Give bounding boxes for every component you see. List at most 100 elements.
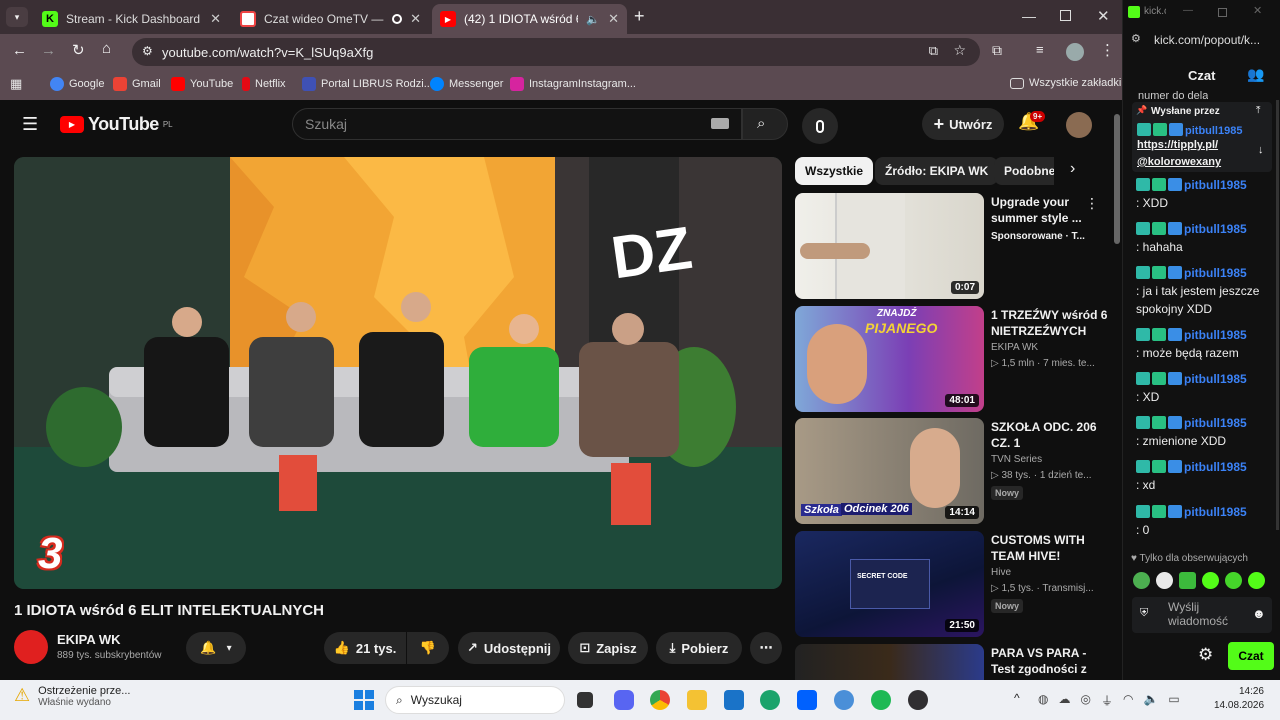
- chevron-right-icon[interactable]: ›: [1070, 160, 1075, 178]
- dropbox-icon[interactable]: [797, 690, 817, 710]
- bookmark-messenger[interactable]: Messenger: [430, 77, 503, 91]
- search-input[interactable]: Szukaj: [292, 108, 742, 140]
- recommendation-card[interactable]: ZNAJDŹ PIJANEGO 48:01 1 TRZEŹWY wśród 6 …: [795, 306, 1113, 412]
- subscription-bell-button[interactable]: 🔔 ▾: [186, 632, 246, 664]
- back-icon[interactable]: ←: [12, 42, 27, 59]
- pinned-link-2[interactable]: @kolorowexany: [1137, 156, 1221, 168]
- voice-search-button[interactable]: [802, 108, 838, 144]
- share-button[interactable]: ↗ Udostępnij: [458, 632, 560, 664]
- pinned-username[interactable]: pitbull1985: [1185, 125, 1242, 137]
- file-explorer-icon[interactable]: [687, 690, 707, 710]
- discord-icon[interactable]: [614, 690, 634, 710]
- tab-kick-dashboard[interactable]: K Stream - Kick Dashboard ✕: [34, 4, 229, 34]
- more-actions-button[interactable]: ⋯: [750, 632, 782, 664]
- chat-username[interactable]: pitbull1985: [1184, 222, 1247, 236]
- weather-warning-widget[interactable]: ⚠ Ostrzeżenie prze... Właśnie wydano: [14, 685, 130, 708]
- chat-username[interactable]: pitbull1985: [1184, 372, 1247, 386]
- bookmark-gmail[interactable]: Gmail: [113, 77, 161, 91]
- tray-app-icon[interactable]: ◍: [1038, 692, 1048, 709]
- channel-avatar[interactable]: [14, 630, 48, 664]
- cast-icon[interactable]: ⧉: [929, 43, 938, 59]
- settings-gear-icon[interactable]: ⚙: [1198, 645, 1213, 665]
- extensions-icon[interactable]: ⧉: [992, 42, 1002, 59]
- forward-icon[interactable]: →: [41, 42, 56, 59]
- clock[interactable]: 14:26 14.08.2026: [1214, 686, 1264, 711]
- chat-input[interactable]: ⛨ Wyślij wiadomość ☻: [1132, 597, 1272, 633]
- close-icon[interactable]: ✕: [608, 11, 619, 27]
- taskbar-search[interactable]: ⌕ Wyszukaj: [385, 686, 565, 714]
- hamburger-menu-icon[interactable]: ☰: [22, 114, 38, 135]
- emote-icon[interactable]: [1133, 572, 1150, 589]
- task-view-icon[interactable]: [577, 692, 593, 708]
- emote-icon[interactable]: [1179, 572, 1196, 589]
- chat-username[interactable]: pitbull1985: [1184, 460, 1247, 474]
- tab-youtube[interactable]: ▶ (42) 1 IDIOTA wśród 6 ELIT I 🔈 ✕: [432, 4, 627, 34]
- bookmark-google[interactable]: Google: [50, 77, 104, 91]
- channel-name[interactable]: EKIPA WK: [57, 632, 121, 647]
- tab-search-button[interactable]: ▾: [6, 7, 28, 27]
- reload-icon[interactable]: ↻: [72, 41, 85, 59]
- unpin-icon[interactable]: ⤒: [1256, 105, 1260, 116]
- close-icon[interactable]: ✕: [410, 11, 421, 27]
- all-bookmarks[interactable]: Wszystkie zakładki: [1010, 77, 1121, 89]
- close-window-button[interactable]: ✕: [1097, 7, 1110, 25]
- kick-maximize-button[interactable]: [1218, 8, 1227, 17]
- media-control-icon[interactable]: ≡: [1036, 42, 1044, 57]
- minimize-button[interactable]: —: [1022, 8, 1036, 24]
- address-bar[interactable]: ⚙ youtube.com/watch?v=K_lSUq9aXfg ⧉ ☆: [132, 38, 980, 66]
- mail-icon[interactable]: [724, 690, 744, 710]
- wifi-icon[interactable]: ◠: [1123, 692, 1133, 709]
- chat-username[interactable]: pitbull1985: [1184, 266, 1247, 280]
- chip-all[interactable]: Wszystkie: [795, 157, 874, 185]
- save-button[interactable]: ⊡ Zapisz: [568, 632, 648, 664]
- microphone-icon[interactable]: ⏚: [1101, 692, 1113, 709]
- recommendation-card[interactable]: Szkoła Odcinek 206 14:14 SZKOŁA ODC. 206…: [795, 418, 1113, 524]
- pinned-link-1[interactable]: https://tipply.pl/: [1137, 139, 1218, 151]
- recommendation-card[interactable]: 0:07 Upgrade your summer style ... Spons…: [795, 193, 1113, 299]
- chat-username[interactable]: pitbull1985: [1184, 505, 1247, 519]
- edge-icon[interactable]: [760, 690, 780, 710]
- spotify-icon[interactable]: [871, 690, 891, 710]
- download-button[interactable]: ⤓ Pobierz: [656, 632, 742, 664]
- site-info-icon[interactable]: ⚙: [142, 44, 153, 58]
- menu-icon[interactable]: ⋮: [1100, 41, 1115, 59]
- emote-icon[interactable]: [1248, 572, 1265, 589]
- cloud-icon[interactable]: ☁: [1058, 692, 1070, 709]
- video-player[interactable]: DZ 3: [14, 157, 782, 589]
- page-scrollbar[interactable]: [1114, 114, 1120, 244]
- bookmark-netflix[interactable]: Netflix: [242, 77, 286, 91]
- scroll-down-icon[interactable]: ↓: [1258, 144, 1264, 156]
- kick-minimize-button[interactable]: —: [1183, 5, 1193, 16]
- chat-username[interactable]: pitbull1985: [1184, 416, 1247, 430]
- bookmark-librus[interactable]: Portal LIBRUS Rodzi...: [302, 77, 433, 91]
- chat-scrollbar[interactable]: [1276, 100, 1279, 530]
- bookmark-star-icon[interactable]: ☆: [953, 42, 966, 59]
- emote-icon[interactable]: [1202, 572, 1219, 589]
- obs-icon[interactable]: [908, 690, 928, 710]
- bookmark-youtube[interactable]: YouTube: [171, 77, 233, 91]
- emote-icon[interactable]: [1156, 572, 1173, 589]
- app-icon[interactable]: [834, 690, 854, 710]
- users-icon[interactable]: 👥: [1247, 66, 1264, 83]
- send-chat-button[interactable]: Czat: [1228, 642, 1274, 670]
- bookmark-instagram[interactable]: InstagramInstagram...: [510, 77, 636, 91]
- speaker-icon[interactable]: 🔈: [586, 13, 600, 26]
- youtube-logo[interactable]: ▶ YouTube PL: [60, 114, 173, 135]
- chip-similar[interactable]: Podobne: [994, 157, 1054, 185]
- profile-avatar[interactable]: [1066, 43, 1084, 61]
- like-button[interactable]: 👍 21 tys.: [324, 632, 406, 664]
- keyboard-icon[interactable]: [711, 118, 729, 129]
- tray-app-icon[interactable]: ◎: [1080, 692, 1090, 709]
- close-icon[interactable]: ✕: [210, 11, 221, 27]
- recommendation-card[interactable]: PARA VS PARA - Test zgodności z: [795, 644, 1113, 680]
- chip-source[interactable]: Źródło: EKIPA WK: [875, 157, 999, 185]
- emote-icon[interactable]: [1225, 572, 1242, 589]
- create-button[interactable]: + Utwórz: [922, 108, 1004, 140]
- search-button[interactable]: ⌕: [742, 108, 788, 140]
- battery-icon[interactable]: ▭: [1168, 692, 1179, 709]
- home-icon[interactable]: ⌂: [102, 40, 111, 57]
- tray-chevron-icon[interactable]: ^: [1014, 691, 1020, 705]
- windows-start-icon[interactable]: [354, 690, 374, 710]
- chat-username[interactable]: pitbull1985: [1184, 328, 1247, 342]
- apps-grid-icon[interactable]: ▦: [10, 76, 22, 92]
